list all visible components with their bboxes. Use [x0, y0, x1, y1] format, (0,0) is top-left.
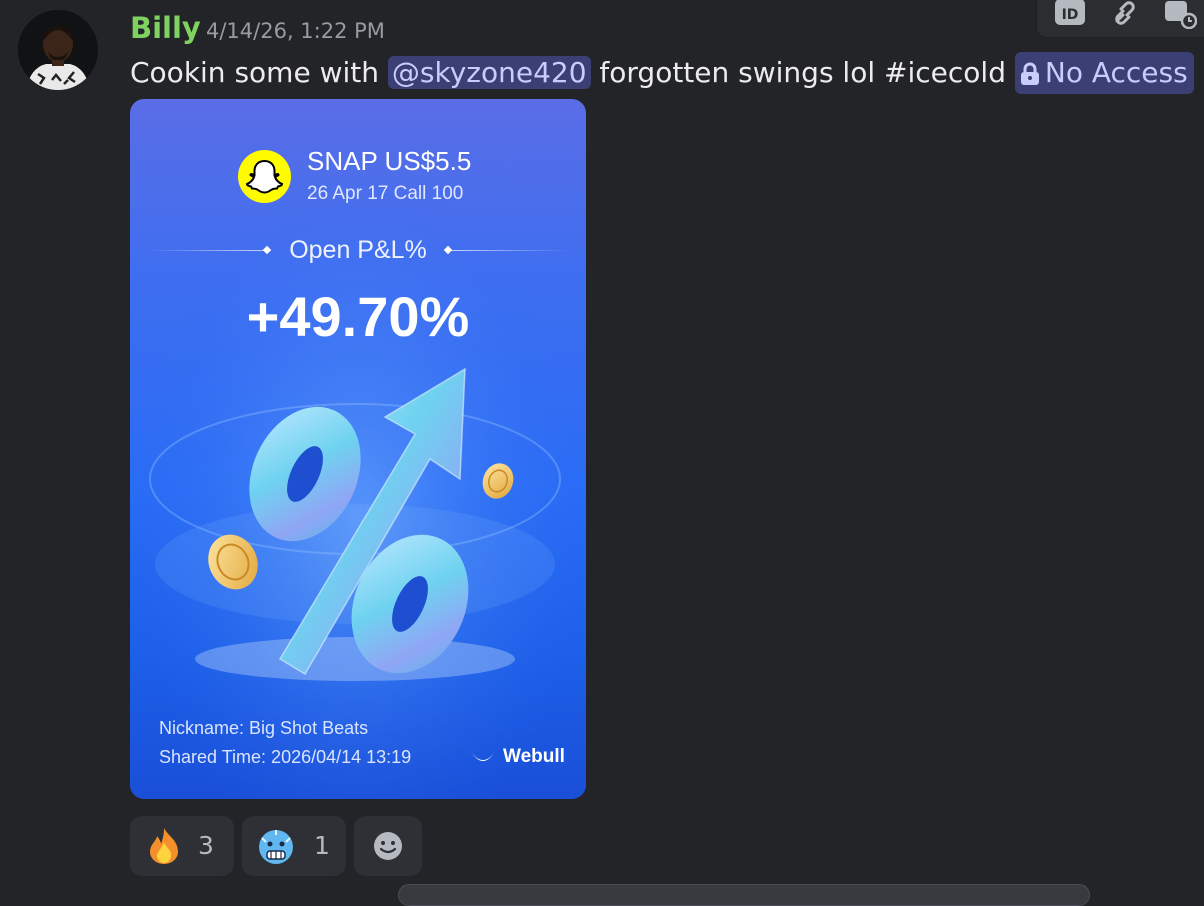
shared-time-text: Shared Time: 2026/04/14 13:19: [159, 747, 412, 767]
message-timestamp: 4/14/26, 1:22 PM: [206, 19, 385, 43]
snapchat-logo: [238, 150, 291, 203]
no-access-label: No Access: [1044, 56, 1188, 89]
message-hover-toolbar: ID: [1036, 0, 1204, 38]
avatar-image: [18, 10, 98, 90]
cold-face-emoji-icon: [259, 830, 293, 864]
message-content: Cookin some with @skyzone420 forgotten s…: [130, 51, 1194, 95]
reply-history-icon[interactable]: [1163, 0, 1197, 29]
message-text-before: Cookin some with: [130, 56, 388, 89]
id-icon[interactable]: ID: [1053, 0, 1087, 29]
add-reaction-button[interactable]: [354, 816, 422, 876]
reaction-cold-face[interactable]: 1: [242, 816, 346, 876]
divider-right: [450, 250, 570, 251]
ticker-title: SNAP US$5.5: [307, 146, 472, 176]
reaction-count: 3: [198, 831, 214, 860]
nickname-text: Nickname: Big Shot Beats: [159, 718, 369, 738]
avatar[interactable]: [18, 10, 98, 90]
message-author[interactable]: Billy: [130, 10, 201, 46]
lock-icon: [1020, 62, 1039, 85]
svg-text:ID: ID: [1062, 7, 1079, 23]
smile-icon: [374, 832, 402, 860]
contract-details: 26 Apr 17 Call 100: [307, 183, 464, 204]
message-text-after: forgotten swings lol #icecold: [590, 56, 1015, 89]
webull-logo-icon: [470, 750, 496, 761]
pl-value: +49.70%: [246, 285, 470, 348]
reaction-fire[interactable]: 3: [130, 816, 234, 876]
reaction-count: 1: [314, 831, 330, 860]
fire-emoji-icon: [150, 828, 178, 864]
ghost-icon: [245, 159, 284, 194]
message-input-bar[interactable]: [398, 884, 1090, 906]
image-attachment[interactable]: SNAP US$5.5 26 Apr 17 Call 100 Open P&L%…: [130, 99, 586, 799]
webull-brand: Webull: [503, 746, 565, 767]
link-icon[interactable]: [1109, 0, 1143, 29]
user-mention[interactable]: @skyzone420: [387, 56, 591, 89]
no-access-channel-chip[interactable]: No Access: [1014, 52, 1194, 94]
